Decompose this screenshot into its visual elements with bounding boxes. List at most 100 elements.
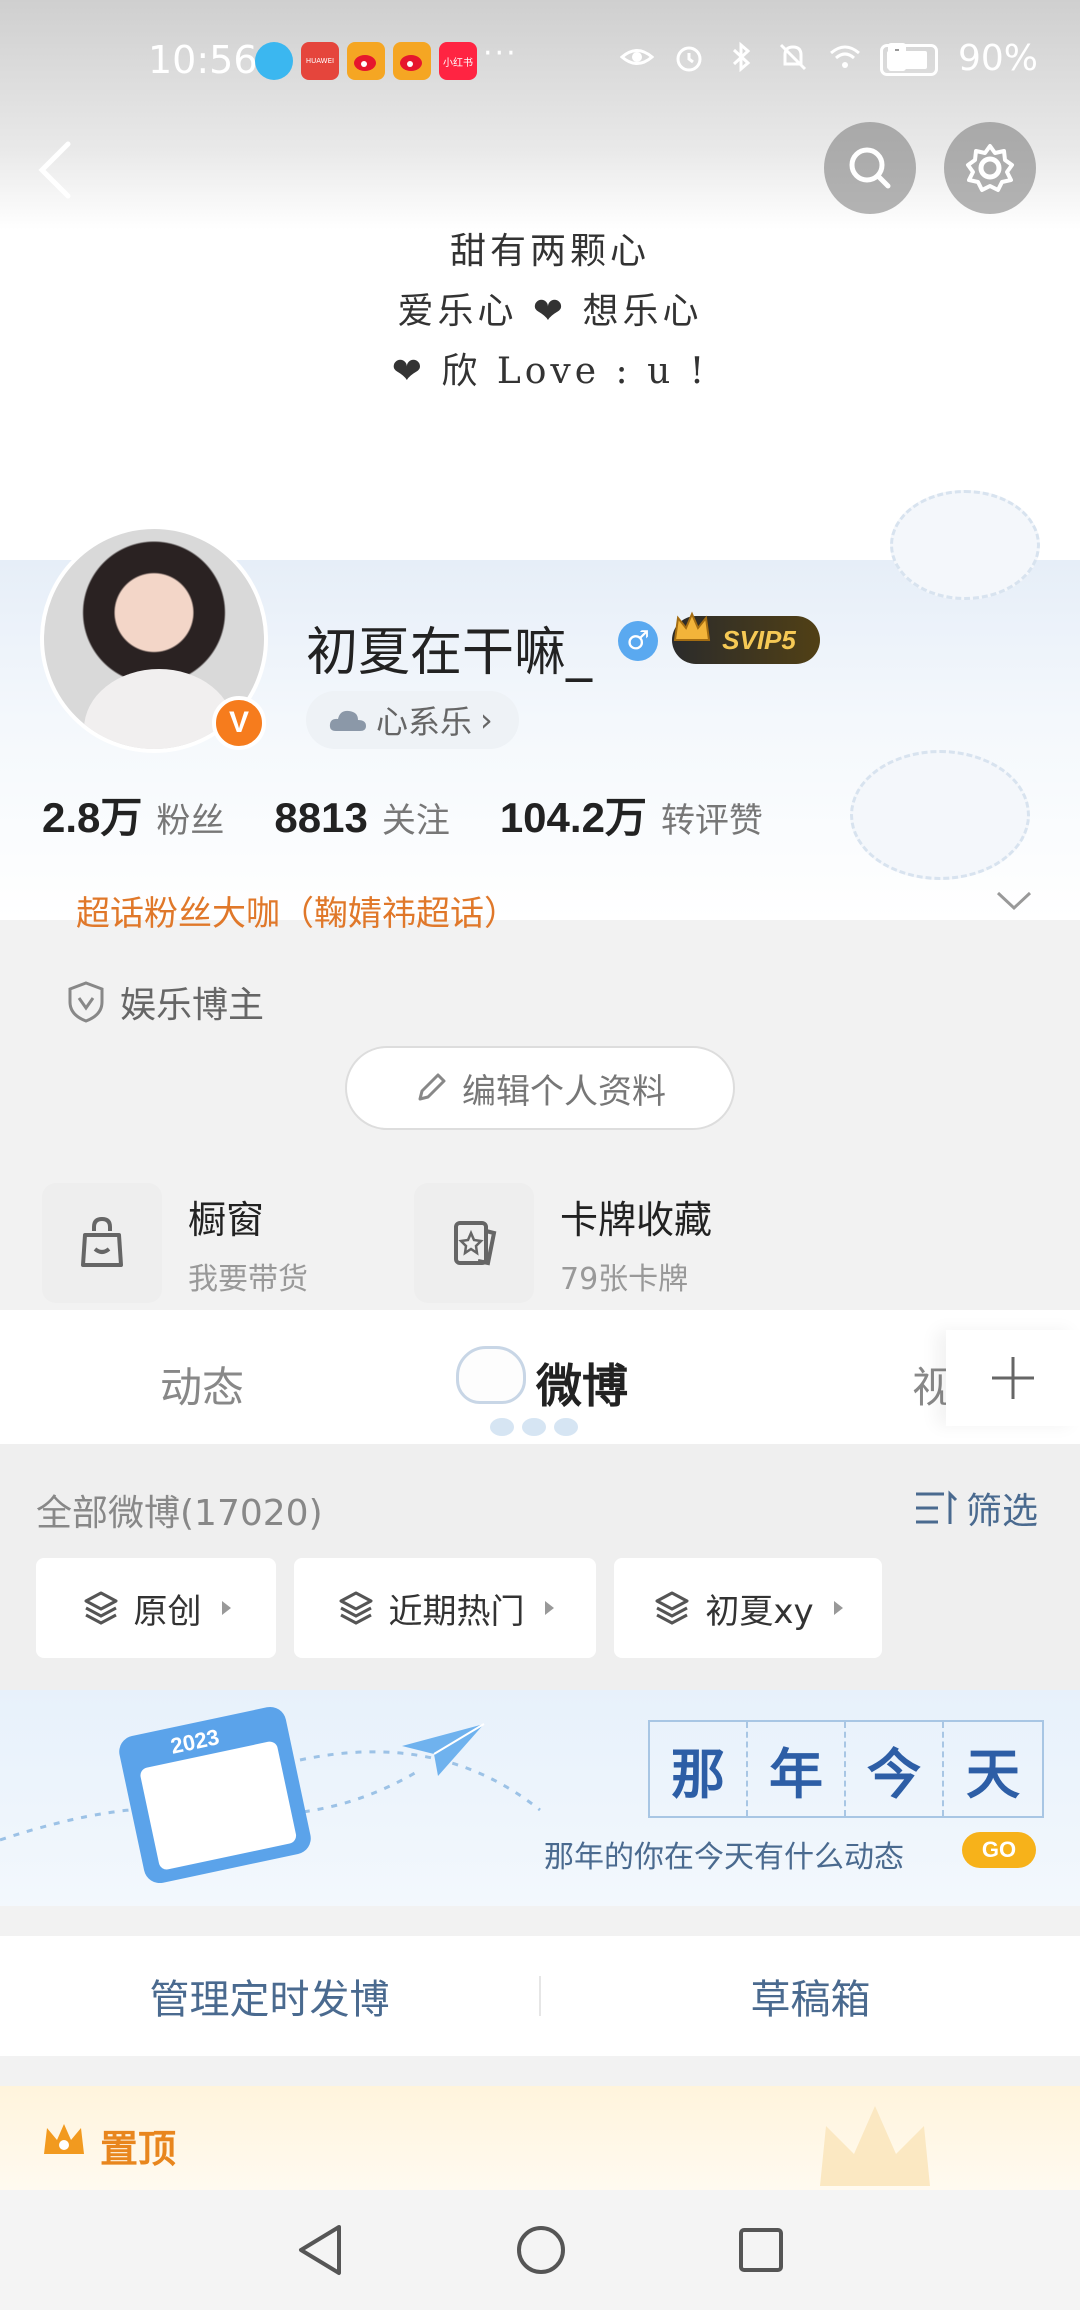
username: 初夏在干嘛_ [306,623,593,683]
tab-indicator [490,1418,578,1436]
profile-tabs: 动态 微博 视 [0,1310,1080,1444]
group-chip[interactable]: 心系乐 › [306,691,519,749]
crown-icon [672,610,712,653]
chevron-down-icon[interactable] [994,888,1034,918]
edit-profile-label: 编辑个人资料 [462,1071,666,1112]
huawei-icon: HUAWEI [301,42,339,80]
paper-plane-icon [402,1723,485,1776]
memory-title-char: 年 [748,1722,846,1816]
caret-right-icon [833,1601,843,1615]
indicator-dot [554,1418,578,1436]
following-label[interactable]: 关注 [382,793,450,842]
settings-button[interactable] [944,122,1036,214]
system-icons [620,40,914,74]
shopping-bag-icon [42,1183,162,1303]
tab-mascot-icon [456,1346,526,1404]
shop-window-subtitle: 我要带货 [188,1261,308,1297]
caret-right-icon [221,1601,231,1615]
edit-profile-button[interactable]: 编辑个人资料 [345,1046,735,1130]
app-icon [255,42,293,80]
weibo-icon [347,42,385,80]
shop-window-title: 橱窗 [188,1197,265,1242]
memory-title: 那 年 今 天 [648,1720,1044,1818]
battery-level: 90% [958,38,1039,79]
status-bar: 10:56 HUAWEI 小红书 ··· 90% [0,0,1080,120]
crown-watermark-icon [820,2106,930,2186]
handwriting-line: 爱乐心 ❤ 想乐心 [397,291,703,332]
home-circle-icon[interactable] [515,2224,567,2276]
recents-square-icon[interactable] [737,2226,785,2274]
card-collection-subtitle: 79张卡牌 [560,1261,689,1297]
alarm-icon [676,46,702,72]
verified-badge: V [212,696,266,750]
mute-icon [779,43,807,71]
layers-icon [84,1591,117,1625]
filter-icon [916,1490,958,1524]
memory-title-char: 那 [650,1722,748,1816]
tab-weibo[interactable]: 微博 [536,1350,628,1416]
scheduled-posts-button[interactable]: 管理定时发博 [0,1967,539,2025]
interactions-count[interactable]: 104.2万 [500,784,647,845]
more-notifications: ··· [483,36,518,71]
shop-window-entry[interactable]: 橱窗 我要带货 [42,1183,308,1303]
card-collection-entry[interactable]: 卡牌收藏 79张卡牌 [414,1183,712,1303]
notification-icons: HUAWEI 小红书 [255,42,477,80]
cloud-decoration [850,750,1030,880]
indicator-dot [522,1418,546,1436]
filter-button[interactable]: 筛选 [914,1482,1038,1534]
superfan-badge[interactable]: 超话粉丝大咖（鞠婧祎超话） [76,886,518,935]
chip-custom-group[interactable]: 初夏xy [614,1558,882,1658]
indicator-dot [490,1418,514,1436]
chip-label: 近期热门 [388,1591,525,1632]
memory-title-char: 天 [966,1741,1020,1806]
back-button[interactable] [36,130,96,210]
chevron-right-icon: › [480,701,493,739]
shield-icon [68,981,104,1023]
chip-original[interactable]: 原创 [36,1558,276,1658]
pencil-icon [418,1073,446,1101]
battery-icon [880,44,938,76]
search-icon [849,147,891,189]
go-button[interactable]: GO [962,1832,1036,1868]
banner-handwriting: 甜有两颗心 爱乐心 ❤ 想乐心 ❤ 欣 Love : u ! [360,222,740,402]
bluetooth-icon [732,41,751,73]
eye-icon [620,49,654,65]
filter-label: 筛选 [966,1491,1039,1532]
status-time: 10:56 [148,38,258,82]
xiaohongshu-icon: 小红书 [439,42,477,80]
group-name: 心系乐 [376,703,473,741]
pinned-section: 置顶 [0,2086,1080,2190]
tab-dynamics[interactable]: 动态 [160,1354,244,1415]
layers-icon [655,1591,689,1625]
crown-icon [44,2124,84,2154]
chip-recent-hot[interactable]: 近期热门 [294,1558,596,1658]
system-nav-bar [0,2190,1080,2310]
feed-filter-area: 全部微博(17020) 筛选 原创 近期热门 初夏xy [0,1444,1080,1690]
chip-label: 初夏xy [705,1591,814,1632]
wifi-icon [830,45,860,68]
memory-banner[interactable]: 2023 那 年 今 天 那年的你在今天有什么动态 GO [0,1690,1080,1906]
memory-subtitle: 那年的你在今天有什么动态 [544,1840,904,1875]
followers-label[interactable]: 粉丝 [156,793,224,842]
category-label: 娱乐博主 [120,985,265,1026]
back-arrow-icon [38,141,71,199]
gender-male-icon: ♂ [618,621,658,661]
weibo-icon [393,42,431,80]
search-button[interactable] [824,122,916,214]
gear-icon [966,144,1014,192]
drafts-button[interactable]: 草稿箱 [541,1967,1080,2025]
interactions-label[interactable]: 转评赞 [661,793,763,842]
caret-right-icon [544,1601,554,1615]
profile-stats: 2.8万 粉丝 8813 关注 104.2万 转评赞 [42,784,813,845]
add-tab-button[interactable] [946,1330,1080,1426]
handwriting-line: 甜有两颗心 [449,231,650,272]
followers-count[interactable]: 2.8万 [42,784,142,845]
category-badge[interactable]: 娱乐博主 [66,976,264,1028]
card-icon [414,1183,534,1303]
card-collection-title: 卡牌收藏 [560,1197,713,1242]
plus-icon [992,1357,1034,1399]
back-triangle-icon[interactable] [295,2223,345,2277]
following-count[interactable]: 8813 [274,794,367,842]
memory-title-char: 今 [846,1722,944,1816]
calendar-page [138,1740,298,1871]
